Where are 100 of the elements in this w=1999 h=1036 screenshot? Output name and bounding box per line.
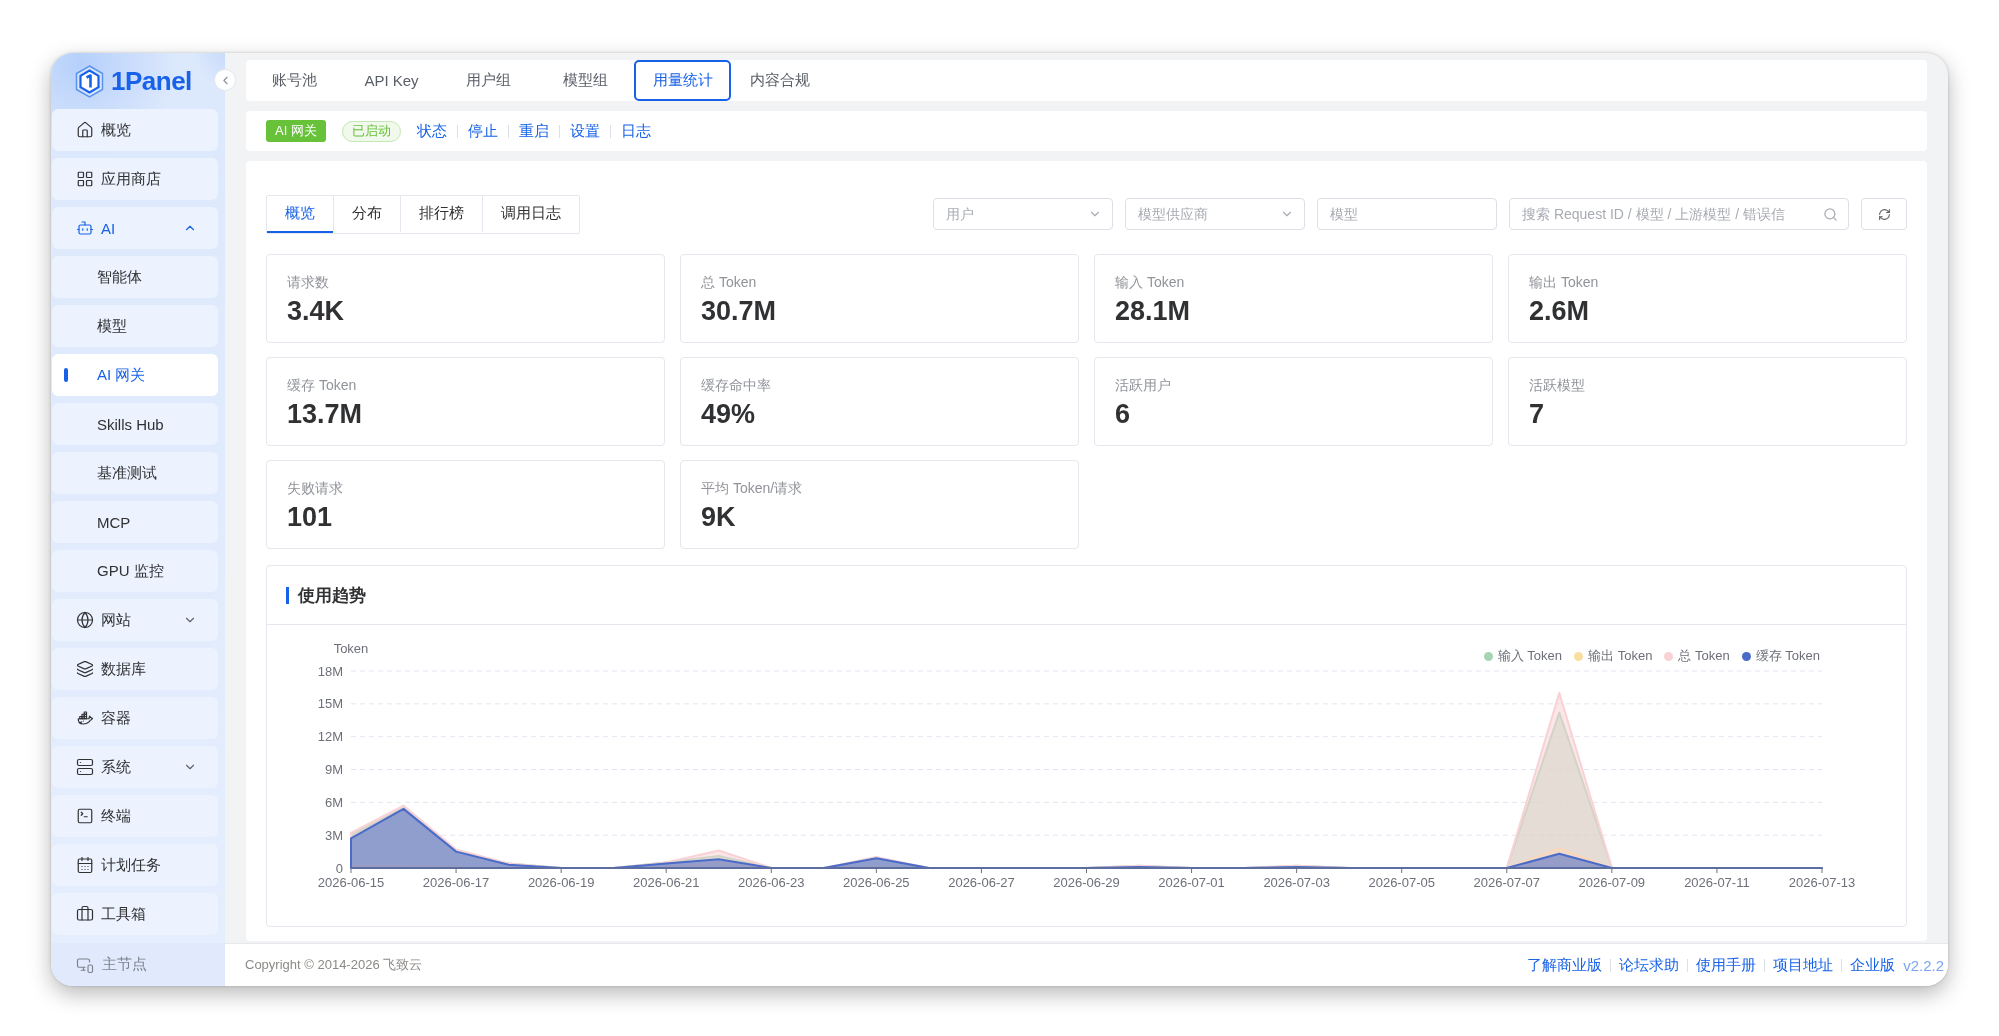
- action-link[interactable]: 日志: [620, 121, 651, 141]
- stat-label: 请求数: [287, 273, 329, 291]
- sidebar-item[interactable]: 计划任务: [52, 844, 218, 886]
- sidebar-item[interactable]: AI 网关: [52, 354, 218, 396]
- version-text: v2.2.2: [1903, 956, 1944, 974]
- x-tick-label: 2026-07-03: [1263, 875, 1330, 890]
- sidebar-item[interactable]: 工具箱: [52, 893, 218, 935]
- logo-icon: [75, 64, 104, 98]
- footer-link[interactable]: 使用手册: [1696, 955, 1757, 975]
- sidebar-item[interactable]: 模型: [52, 305, 218, 347]
- briefcase-icon: [76, 905, 94, 923]
- x-tick-label: 2026-07-05: [1368, 875, 1435, 890]
- whale-icon: [76, 709, 94, 727]
- stat-value: 49%: [701, 399, 756, 430]
- footer-link[interactable]: 论坛求助: [1619, 955, 1680, 975]
- stat-label: 总 Token: [701, 273, 757, 291]
- legend-label: 输出 Token: [1588, 647, 1653, 665]
- collapse-button[interactable]: [214, 69, 236, 91]
- stat-value: 101: [287, 502, 333, 533]
- action-link[interactable]: 设置: [569, 121, 600, 141]
- action-link[interactable]: 停止: [467, 121, 498, 141]
- tab[interactable]: 排行榜: [400, 196, 482, 233]
- robot-icon: [76, 219, 94, 237]
- calendar-icon: [76, 856, 94, 874]
- grid-icon: [76, 170, 94, 188]
- sidebar-item[interactable]: 网站: [52, 599, 218, 641]
- stat-label: 平均 Token/请求: [701, 479, 803, 497]
- stat-value: 6: [1115, 399, 1131, 430]
- layers-icon: [76, 660, 94, 678]
- selection-bar-icon: [64, 368, 68, 382]
- y-tick-label: 12M: [317, 729, 343, 745]
- sidebar-item[interactable]: 数据库: [52, 648, 218, 690]
- provider-select[interactable]: 模型供应商: [1125, 198, 1305, 230]
- stat-value: 13.7M: [287, 399, 363, 430]
- tab[interactable]: 用量统计: [634, 60, 731, 101]
- y-tick-label: 9M: [324, 762, 343, 777]
- tab[interactable]: API Key: [343, 60, 440, 101]
- tab[interactable]: 分布: [333, 196, 400, 233]
- sidebar-item[interactable]: MCP: [52, 501, 218, 543]
- stat-value: 9K: [701, 502, 736, 533]
- stat-label: 失败请求: [287, 479, 343, 497]
- y-tick-label: 15M: [317, 696, 343, 712]
- x-tick-label: 2026-06-25: [843, 875, 910, 890]
- home-icon: [76, 121, 94, 139]
- stat-label: 活跃模型: [1529, 376, 1585, 394]
- section-title: 使用趋势: [286, 586, 366, 604]
- x-tick-label: 2026-06-27: [948, 875, 1015, 890]
- legend-label: 缓存 Token: [1755, 647, 1820, 665]
- footer-link[interactable]: 企业版: [1850, 955, 1896, 975]
- x-tick-label: 2026-06-19: [527, 875, 595, 890]
- footer-link[interactable]: 了解商业版: [1527, 955, 1603, 975]
- x-tick-label: 2026-06-21: [632, 875, 700, 890]
- service-tag: AI 网关: [266, 120, 326, 142]
- refresh-icon: [1877, 207, 1891, 221]
- sidebar-item[interactable]: 概览: [52, 109, 218, 151]
- copyright-text: Copyright © 2014-2026 飞致云: [245, 956, 423, 974]
- x-tick-label: 2026-06-15: [317, 875, 385, 890]
- sidebar-item[interactable]: 基准测试: [52, 452, 218, 494]
- devices-icon: [76, 955, 94, 974]
- stat-value: 2.6M: [1529, 296, 1590, 327]
- sidebar-item[interactable]: 终端: [52, 795, 218, 837]
- search-field[interactable]: 搜索 Request ID / 模型 / 上游模型 / 错误信: [1509, 198, 1849, 230]
- x-tick-label: 2026-07-13: [1788, 875, 1856, 890]
- x-tick-label: 2026-07-09: [1578, 875, 1646, 890]
- terminal-icon: [76, 807, 94, 825]
- sidebar-item[interactable]: Skills Hub: [52, 403, 218, 445]
- tab[interactable]: 调用日志: [482, 196, 579, 233]
- stat-label: 缓存命中率: [701, 376, 771, 394]
- x-tick-label: 2026-07-11: [1684, 875, 1750, 890]
- sidebar-item[interactable]: 系统: [52, 746, 218, 788]
- sidebar-item[interactable]: AI: [52, 207, 218, 249]
- logo-text: 1Panel: [111, 66, 192, 96]
- y-tick-label: 3M: [324, 827, 343, 843]
- x-tick-label: 2026-07-01: [1158, 875, 1225, 890]
- axis-title: Token: [333, 641, 369, 656]
- tab[interactable]: 用户组: [440, 60, 537, 101]
- stat-label: 缓存 Token: [287, 376, 357, 394]
- user-select[interactable]: 用户: [933, 198, 1113, 230]
- sidebar-item[interactable]: 智能体: [52, 256, 218, 298]
- tab[interactable]: 内容合规: [731, 60, 828, 101]
- globe-icon: [76, 611, 94, 629]
- footer-link[interactable]: 项目地址: [1773, 955, 1834, 975]
- stat-value: 30.7M: [701, 296, 777, 327]
- x-tick-label: 2026-06-23: [738, 875, 805, 890]
- stat-label: 输出 Token: [1529, 273, 1599, 291]
- action-link[interactable]: 重启: [518, 121, 549, 141]
- search-icon: [1823, 207, 1838, 222]
- tab[interactable]: 账号池: [246, 60, 343, 101]
- sidebar-item[interactable]: GPU 监控: [52, 550, 218, 592]
- legend-label: 输入 Token: [1497, 647, 1563, 665]
- x-tick-label: 2026-07-07: [1473, 875, 1541, 890]
- sidebar-item[interactable]: 容器: [52, 697, 218, 739]
- refresh-button[interactable]: [1861, 198, 1907, 230]
- sidebar-item[interactable]: 应用商店: [52, 158, 218, 200]
- tab[interactable]: 概览: [267, 196, 333, 233]
- action-link[interactable]: 状态: [416, 121, 447, 141]
- stat-label: 活跃用户: [1115, 376, 1171, 394]
- model-field[interactable]: 模型: [1317, 198, 1497, 230]
- x-tick-label: 2026-06-29: [1053, 875, 1120, 890]
- tab[interactable]: 模型组: [537, 60, 634, 101]
